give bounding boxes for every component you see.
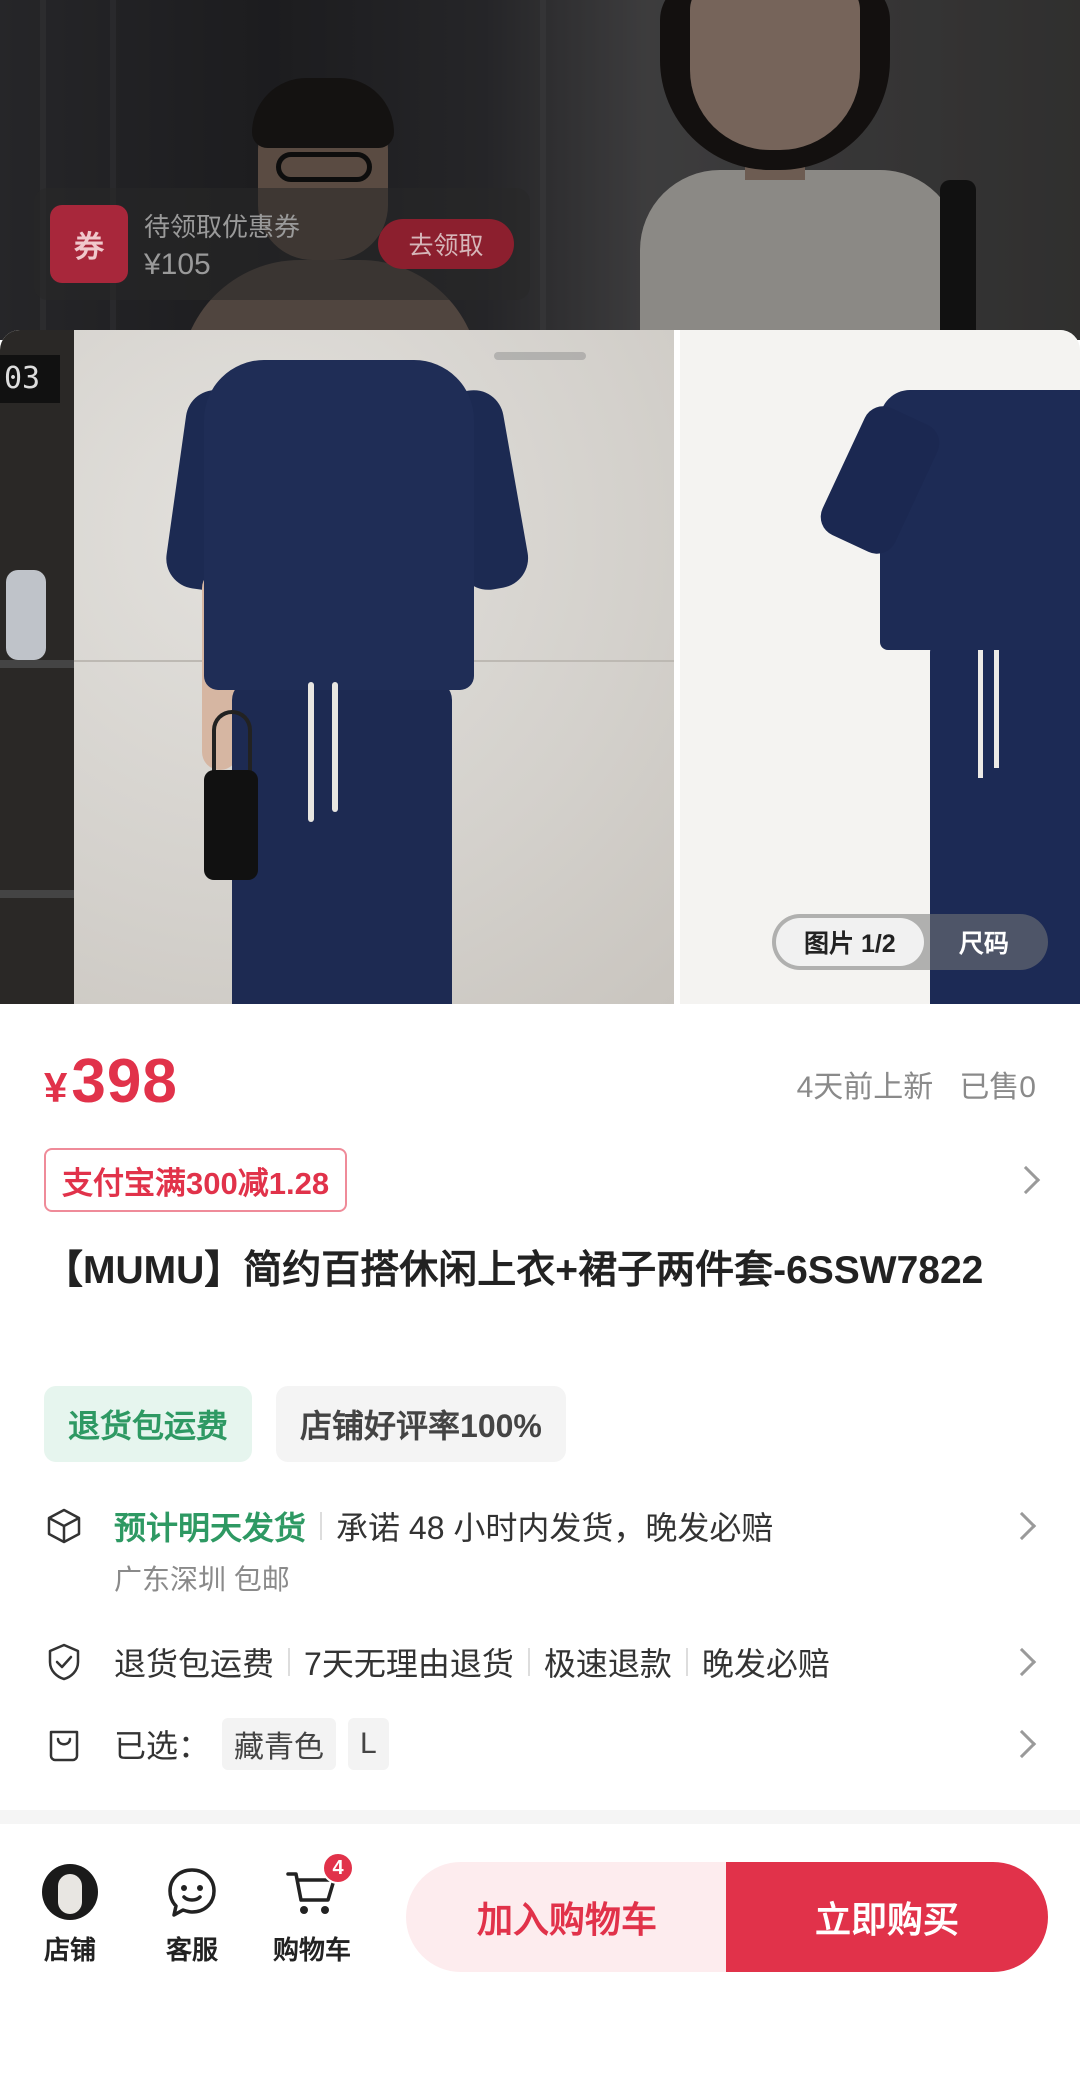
- shield-check-icon: [48, 1643, 80, 1681]
- selected-size-chip: L: [348, 1718, 389, 1770]
- box-icon: [47, 1508, 81, 1544]
- cart-entry[interactable]: 4 购物车: [262, 1852, 362, 1967]
- coupon-icon: 券: [50, 205, 128, 283]
- add-to-cart-button[interactable]: 加入购物车: [406, 1862, 728, 1972]
- cart-icon-wrap: 4: [284, 1852, 354, 1920]
- product-photo-model[interactable]: 03: [0, 330, 674, 1004]
- chevron-right-icon: [1007, 1647, 1037, 1677]
- chevron-right-icon: [1007, 1511, 1037, 1541]
- guarantee-item: 晚发必赔: [701, 1646, 830, 1682]
- price: ¥ 398: [44, 1046, 178, 1117]
- guarantee-item: 极速退款: [543, 1646, 672, 1682]
- shipping-row[interactable]: 预计明天发货 承诺 48 小时内发货，晚发必赔 广东深圳 包邮: [44, 1504, 1037, 1598]
- coupon-amount: ¥105: [144, 247, 211, 281]
- return-shipping-badge[interactable]: 退货包运费: [44, 1386, 253, 1462]
- product-photo-flatlay[interactable]: [680, 330, 1080, 1004]
- live-video-background: 券 待领取优惠券 ¥105 去领取: [0, 0, 1080, 340]
- drag-handle[interactable]: [494, 352, 586, 360]
- chat-bubble-icon: [168, 1868, 216, 1917]
- side-shelf: 03: [0, 330, 74, 1004]
- shop-avatar: [42, 1864, 98, 1920]
- selected-color-chip: 藏青色: [222, 1718, 337, 1770]
- section-divider: [0, 1810, 1080, 1824]
- guarantee-item: 7天无理由退货: [304, 1646, 514, 1682]
- guarantee-row[interactable]: 退货包运费 7天无理由退货 极速退款 晚发必赔: [44, 1640, 1037, 1684]
- sold-count: 已售0: [959, 1071, 1036, 1104]
- bottom-action-bar: 店铺 客服 4 购物车 加入购物车 立即购买: [0, 1824, 1080, 2087]
- service-label: 客服: [165, 1935, 218, 1965]
- promotion-row[interactable]: 支付宝满300减1.28: [44, 1148, 1041, 1212]
- tab-size[interactable]: 尺码: [924, 924, 1044, 960]
- cart-count-badge: 4: [322, 1852, 354, 1884]
- gallery-tab-switch: 图片 1/2 尺码: [772, 914, 1048, 970]
- shop-entry[interactable]: 店铺: [20, 1864, 120, 1967]
- customer-service-entry[interactable]: 客服: [142, 1864, 242, 1967]
- guarantee-item: 退货包运费: [114, 1646, 275, 1682]
- model-wearing-set: [162, 330, 533, 1004]
- shop-label: 店铺: [43, 1935, 96, 1965]
- shop-rating-badge[interactable]: 店铺好评率100%: [276, 1386, 566, 1462]
- listed-time: 4天前上新: [796, 1071, 934, 1104]
- claim-coupon-button[interactable]: 去领取: [378, 219, 514, 269]
- cart-label: 购物车: [272, 1935, 351, 1965]
- flatlay-tee: [814, 390, 1080, 650]
- listing-meta: 4天前上新 已售0: [797, 1062, 1036, 1106]
- chevron-right-icon: [1011, 1165, 1041, 1195]
- ship-promise: 承诺 48 小时内发货，晚发必赔: [336, 1510, 774, 1546]
- tab-images[interactable]: 图片 1/2: [776, 918, 924, 966]
- selected-sku-row[interactable]: 已选： 藏青色 L: [44, 1716, 1037, 1772]
- product-title: 【MUMU】简约百搭休闲上衣+裙子两件套-6SSW7822: [44, 1249, 984, 1292]
- ship-origin: 广东深圳 包邮: [114, 1564, 290, 1595]
- product-badges: 退货包运费 店铺好评率100%: [44, 1386, 566, 1462]
- currency-symbol: ¥: [44, 1064, 68, 1111]
- price-value: 398: [71, 1047, 178, 1116]
- bag-icon: [49, 1730, 79, 1762]
- ship-eta: 预计明天发货: [114, 1510, 307, 1546]
- digital-clock: 03: [0, 355, 60, 403]
- selected-label: 已选：: [114, 1728, 211, 1764]
- coupon-title: 待领取优惠券: [144, 211, 301, 242]
- product-image-gallery[interactable]: 03 图片 1/2 尺码: [0, 330, 1080, 1004]
- chevron-right-icon: [1007, 1729, 1037, 1759]
- coupon-banner[interactable]: 券 待领取优惠券 ¥105 去领取: [34, 188, 530, 300]
- alipay-discount-tag: 支付宝满300减1.28: [44, 1148, 348, 1212]
- buy-now-button[interactable]: 立即购买: [726, 1862, 1048, 1972]
